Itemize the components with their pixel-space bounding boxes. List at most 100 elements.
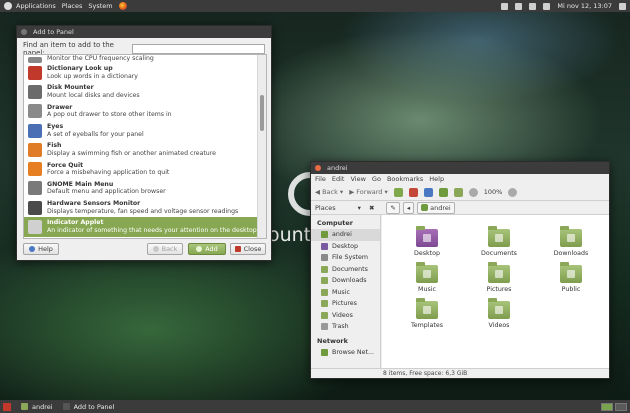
menu-file[interactable]: File bbox=[315, 175, 326, 183]
sidebar-item-downloads[interactable]: Downloads bbox=[311, 275, 380, 287]
panel-icon bbox=[62, 403, 70, 410]
mail-icon[interactable] bbox=[529, 2, 537, 10]
close-window-icon[interactable] bbox=[315, 165, 321, 171]
location-bar: Places ▾ ✖ ✎ ◂ andrei bbox=[311, 201, 609, 215]
up-arrow-icon[interactable] bbox=[393, 187, 403, 197]
clock[interactable]: Mi nov 12, 13:07 bbox=[557, 2, 612, 10]
list-item[interactable]: Drawer A pop out drawer to store other it… bbox=[24, 102, 266, 121]
file-manager-titlebar[interactable]: andrei bbox=[311, 162, 609, 174]
file-view[interactable]: Desktop Documents Downloads Music Pictures Pu… bbox=[382, 215, 609, 370]
folder-icon bbox=[560, 226, 582, 247]
menu-view[interactable]: View bbox=[350, 175, 365, 183]
folder-item-music[interactable]: Music bbox=[400, 262, 454, 293]
list-item[interactable]: Force Quit Force a misbehaving applicatio… bbox=[24, 159, 266, 178]
sidebar-item-documents[interactable]: Documents bbox=[311, 264, 380, 276]
folder-item-downloads[interactable]: Downloads bbox=[544, 226, 598, 257]
add-button[interactable]: Add bbox=[188, 243, 226, 255]
network-icon[interactable] bbox=[515, 2, 523, 10]
find-input[interactable] bbox=[131, 44, 265, 54]
sidebar-item-label: Videos bbox=[332, 311, 353, 319]
back-button[interactable]: Back bbox=[147, 243, 183, 255]
workspace-1[interactable] bbox=[601, 402, 613, 411]
list-item[interactable]: GNOME Main Menu Default menu and applicat… bbox=[24, 179, 266, 198]
task-add-to-panel[interactable]: Add to Panel bbox=[59, 401, 119, 412]
network-icon bbox=[321, 348, 328, 356]
path-left-arrow-icon[interactable]: ◂ bbox=[402, 201, 415, 214]
sidebar-item-andrei[interactable]: andrei bbox=[311, 229, 380, 241]
applet-name: Drawer bbox=[47, 103, 73, 111]
close-sidebar-icon[interactable]: ✖ bbox=[369, 204, 374, 212]
places-dropdown[interactable]: Places bbox=[315, 204, 336, 212]
folder-item-documents[interactable]: Documents bbox=[472, 226, 526, 257]
sidebar-item-pictures[interactable]: Pictures bbox=[311, 298, 380, 310]
menu-edit[interactable]: Edit bbox=[332, 175, 345, 183]
task-label: andrei bbox=[32, 402, 53, 411]
volume-icon[interactable] bbox=[543, 2, 551, 10]
close-button[interactable]: Close bbox=[230, 243, 266, 255]
forward-nav-button[interactable]: ▶ Forward ▾ bbox=[349, 188, 388, 196]
applications-menu[interactable]: Applications bbox=[16, 2, 56, 10]
keyboard-icon[interactable] bbox=[501, 2, 509, 10]
reload-icon[interactable] bbox=[423, 187, 433, 197]
sidebar-item-trash[interactable]: Trash bbox=[311, 321, 380, 333]
folder-item-videos[interactable]: Videos bbox=[472, 298, 526, 329]
show-desktop-icon[interactable] bbox=[3, 402, 11, 411]
add-to-panel-titlebar[interactable]: Add to Panel bbox=[17, 26, 271, 38]
applet-icon bbox=[28, 142, 42, 157]
home-icon[interactable] bbox=[438, 187, 448, 197]
places-menu[interactable]: Places bbox=[62, 2, 83, 10]
menu-go[interactable]: Go bbox=[372, 175, 381, 183]
ubuntu-logo-icon[interactable] bbox=[4, 2, 12, 10]
back-nav-button[interactable]: ◀ Back ▾ bbox=[315, 188, 343, 196]
applet-description: An indicator of something that needs you… bbox=[47, 227, 257, 235]
path-button-andrei[interactable]: andrei bbox=[417, 201, 455, 214]
task-andrei[interactable]: andrei bbox=[17, 401, 57, 412]
list-item[interactable]: Monitor the CPU frequency scaling bbox=[24, 55, 266, 63]
applet-name: Fish bbox=[47, 142, 62, 150]
stop-icon[interactable] bbox=[408, 187, 418, 197]
sidebar-item-music[interactable]: Music bbox=[311, 287, 380, 299]
zoom-in-icon[interactable] bbox=[508, 187, 518, 197]
sidebar-item-label: File System bbox=[332, 254, 369, 262]
system-menu[interactable]: System bbox=[88, 2, 112, 10]
list-scrollbar[interactable] bbox=[257, 55, 266, 238]
applet-list[interactable]: Monitor the CPU frequency scaling Diction… bbox=[23, 54, 267, 239]
folder-item-desktop[interactable]: Desktop bbox=[400, 226, 454, 257]
workspace-2[interactable] bbox=[615, 402, 627, 411]
sidebar-item-label: Desktop bbox=[332, 242, 358, 250]
workspace-switcher[interactable] bbox=[601, 402, 627, 411]
menu-help[interactable]: Help bbox=[429, 175, 444, 183]
list-item[interactable]: Disk Mounter Mount local disks and device… bbox=[24, 82, 266, 101]
window-title: Add to Panel bbox=[33, 28, 74, 36]
zoom-out-icon[interactable] bbox=[468, 187, 478, 197]
folder-icon bbox=[560, 262, 582, 283]
list-item[interactable]: Eyes A set of eyeballs for your panel bbox=[24, 121, 266, 140]
applet-icon bbox=[28, 57, 42, 63]
sidebar-item-file-system[interactable]: File System bbox=[311, 252, 380, 264]
help-button[interactable]: Help bbox=[23, 243, 59, 255]
applet-name: Dictionary Look up bbox=[47, 65, 113, 73]
scrollbar-thumb[interactable] bbox=[260, 95, 264, 131]
list-item[interactable]: Fish Display a swimming fish or another a… bbox=[24, 140, 266, 159]
list-item[interactable]: Indicator Applet An indicator of somethin… bbox=[24, 217, 266, 237]
folder-icon bbox=[321, 254, 328, 262]
sidebar-item-browse-network[interactable]: Browse Net... bbox=[311, 347, 380, 359]
edit-path-button[interactable]: ✎ bbox=[386, 201, 400, 214]
list-item[interactable]: Hardware Sensors Monitor Displays tempera… bbox=[24, 198, 266, 217]
list-item[interactable]: Dictionary Look up Look up words in a dic… bbox=[24, 63, 266, 82]
folder-label: Public bbox=[561, 286, 581, 293]
computer-icon[interactable] bbox=[453, 187, 463, 197]
folder-item-public[interactable]: Public bbox=[544, 262, 598, 293]
sidebar-item-videos[interactable]: Videos bbox=[311, 310, 380, 322]
folder-item-pictures[interactable]: Pictures bbox=[472, 262, 526, 293]
firefox-launcher-icon[interactable] bbox=[118, 2, 127, 10]
menu-bookmarks[interactable]: Bookmarks bbox=[387, 175, 423, 183]
close-window-icon[interactable] bbox=[21, 29, 27, 35]
folder-item-templates[interactable]: Templates bbox=[400, 298, 454, 329]
power-gear-icon[interactable] bbox=[619, 2, 626, 10]
places-dropdown-arrow-icon[interactable]: ▾ bbox=[358, 204, 361, 212]
sidebar-item-label: Browse Net... bbox=[332, 348, 374, 356]
sidebar-item-desktop[interactable]: Desktop bbox=[311, 241, 380, 253]
zoom-level: 100% bbox=[483, 188, 503, 196]
applet-name: Force Quit bbox=[47, 161, 84, 169]
